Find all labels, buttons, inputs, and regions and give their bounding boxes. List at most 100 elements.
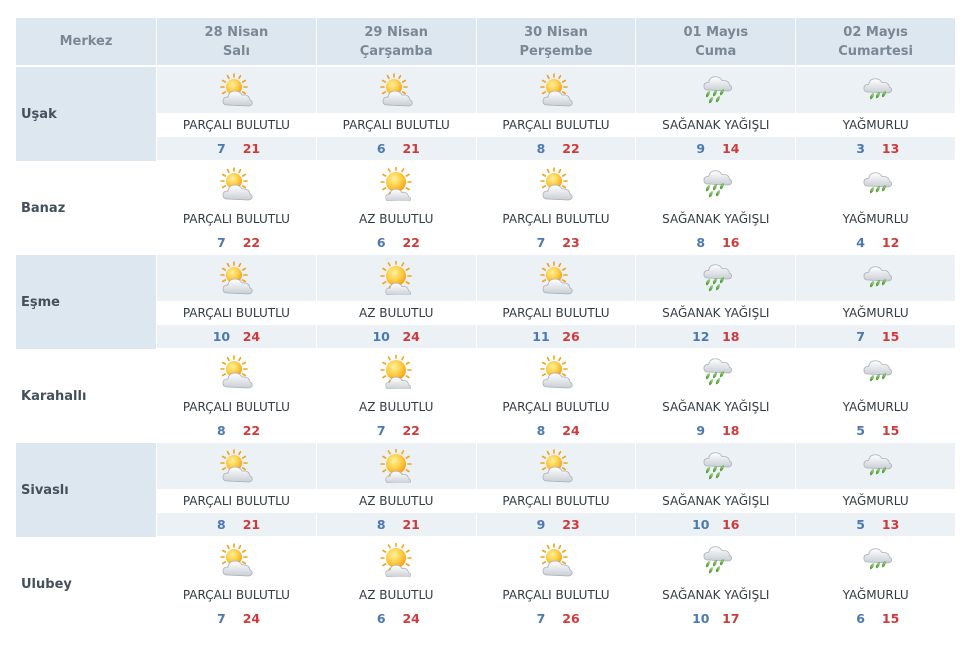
weather-icon-cell bbox=[315, 255, 476, 301]
mostly-sunny-icon bbox=[379, 449, 413, 483]
day-header-weekday: Cumartesi bbox=[838, 43, 913, 59]
weather-icon-cell bbox=[635, 255, 796, 301]
temperature-cell: 8 24 bbox=[475, 419, 636, 443]
rain-icon bbox=[859, 167, 893, 201]
mostly-sunny-icon bbox=[379, 355, 413, 389]
temperature-cell: 5 13 bbox=[795, 513, 955, 537]
low-temperature: 8 bbox=[696, 235, 706, 250]
high-temperature: 24 bbox=[242, 611, 261, 626]
high-temperature: 22 bbox=[242, 235, 261, 250]
city-forecast-row: 10 24 10 24 11 26 12 18 7 15 bbox=[16, 325, 955, 349]
partly-cloudy-icon bbox=[539, 73, 573, 107]
weather-description: SAĞANAK YAĞIŞLI bbox=[635, 113, 796, 137]
forecast-table: Merkez 28 Nisan Salı 29 Nisan Çarşamba 30 … bbox=[16, 18, 955, 631]
low-temperature: 7 bbox=[217, 611, 226, 626]
weather-description: PARÇALI BULUTLU bbox=[156, 207, 316, 231]
high-temperature: 22 bbox=[402, 423, 420, 438]
weather-description: YAĞMURLU bbox=[795, 301, 955, 325]
temperature-cell: 8 16 bbox=[635, 231, 796, 255]
weather-icon-cell bbox=[315, 349, 476, 395]
weather-icon-cell bbox=[635, 443, 796, 489]
temperature-cell: 8 21 bbox=[156, 513, 316, 537]
weather-description: PARÇALI BULUTLU bbox=[475, 301, 636, 325]
city-name: Uşak bbox=[16, 67, 156, 161]
weather-description: PARÇALI BULUTLU bbox=[156, 489, 316, 513]
temperature-cell: 10 16 bbox=[635, 513, 796, 537]
day-header: 01 Mayıs Cuma bbox=[635, 18, 796, 67]
weather-description: SAĞANAK YAĞIŞLI bbox=[635, 301, 796, 325]
weather-description: YAĞMURLU bbox=[795, 395, 955, 419]
weather-icon-cell bbox=[475, 161, 636, 207]
day-header-date: 28 Nisan bbox=[204, 24, 269, 40]
city-column-header: Merkez bbox=[16, 18, 156, 67]
high-temperature: 21 bbox=[242, 517, 261, 532]
low-temperature: 7 bbox=[217, 235, 226, 250]
weather-icon-cell bbox=[635, 161, 795, 207]
weather-icon-cell bbox=[635, 537, 795, 583]
city-forecast-row: PARÇALI BULUTLU PARÇALI BULUTLU PARÇALI BU… bbox=[16, 113, 955, 137]
rain-icon bbox=[859, 449, 893, 483]
high-temperature: 22 bbox=[242, 423, 261, 438]
low-temperature: 8 bbox=[217, 517, 226, 532]
weather-description: YAĞMURLU bbox=[795, 113, 955, 137]
mostly-sunny-icon bbox=[379, 167, 413, 201]
weather-description: SAĞANAK YAĞIŞLI bbox=[635, 207, 796, 231]
forecast-table-container: Merkez 28 Nisan Salı 29 Nisan Çarşamba 30 … bbox=[16, 18, 955, 631]
day-header: 28 Nisan Salı bbox=[156, 18, 316, 67]
high-temperature: 23 bbox=[562, 235, 580, 250]
partly-cloudy-icon bbox=[219, 355, 254, 389]
city-name: Sivaslı bbox=[16, 443, 156, 537]
weather-description: PARÇALI BULUTLU bbox=[315, 113, 476, 137]
high-temperature: 14 bbox=[722, 141, 740, 156]
city-forecast-row: 8 21 8 21 9 23 10 16 5 13 bbox=[16, 513, 955, 537]
high-temperature: 13 bbox=[881, 141, 900, 156]
partly-cloudy-icon bbox=[219, 167, 254, 201]
weather-description: PARÇALI BULUTLU bbox=[475, 583, 636, 607]
low-temperature: 9 bbox=[696, 423, 706, 438]
city-forecast-row: 7 24 6 24 7 26 10 17 6 15 bbox=[16, 607, 955, 631]
temperature-cell: 7 22 bbox=[156, 231, 316, 255]
partly-cloudy-icon bbox=[539, 543, 573, 577]
temperature-cell: 7 22 bbox=[315, 419, 476, 443]
weather-icon-cell bbox=[795, 537, 955, 583]
low-temperature: 7 bbox=[536, 235, 546, 250]
high-temperature: 26 bbox=[562, 329, 580, 344]
high-temperature: 18 bbox=[722, 423, 740, 438]
rain-icon bbox=[859, 261, 893, 295]
high-temperature: 15 bbox=[881, 329, 900, 344]
weather-description: PARÇALI BULUTLU bbox=[475, 395, 636, 419]
partly-cloudy-icon bbox=[219, 73, 254, 107]
temperature-cell: 6 21 bbox=[315, 137, 476, 161]
low-temperature: 7 bbox=[536, 611, 546, 626]
low-temperature: 10 bbox=[372, 329, 390, 344]
temperature-cell: 6 22 bbox=[315, 231, 476, 255]
temperature-cell: 10 17 bbox=[635, 607, 796, 631]
weather-description: SAĞANAK YAĞIŞLI bbox=[635, 395, 796, 419]
weather-description: PARÇALI BULUTLU bbox=[156, 113, 316, 137]
high-temperature: 16 bbox=[722, 517, 740, 532]
rain-icon bbox=[859, 543, 893, 577]
temperature-cell: 10 24 bbox=[156, 325, 316, 349]
weather-icon-cell bbox=[475, 349, 636, 395]
high-temperature: 18 bbox=[722, 329, 740, 344]
low-temperature: 9 bbox=[696, 141, 706, 156]
partly-cloudy-icon bbox=[539, 261, 573, 295]
weather-description: SAĞANAK YAĞIŞLI bbox=[635, 583, 796, 607]
heavy-rain-icon bbox=[699, 543, 733, 577]
low-temperature: 6 bbox=[376, 141, 386, 156]
weather-description: PARÇALI BULUTLU bbox=[156, 301, 316, 325]
city-forecast-row: PARÇALI BULUTLU AZ BULUTLU PARÇALI BULUTLU… bbox=[16, 583, 955, 607]
heavy-rain-icon bbox=[699, 73, 733, 107]
weather-icon-cell bbox=[635, 349, 795, 395]
temperature-cell: 7 24 bbox=[156, 607, 316, 631]
city-name: Ulubey bbox=[21, 576, 72, 592]
city-forecast-row: 7 22 6 22 7 23 8 16 4 12 bbox=[16, 231, 955, 255]
temperature-cell: 8 22 bbox=[475, 137, 636, 161]
low-temperature: 10 bbox=[692, 517, 710, 532]
low-temperature: 4 bbox=[856, 235, 865, 250]
low-temperature: 7 bbox=[856, 329, 865, 344]
temperature-cell: 8 21 bbox=[315, 513, 476, 537]
high-temperature: 22 bbox=[402, 235, 420, 250]
weather-icon-cell bbox=[475, 443, 636, 489]
mostly-sunny-icon bbox=[379, 261, 413, 295]
